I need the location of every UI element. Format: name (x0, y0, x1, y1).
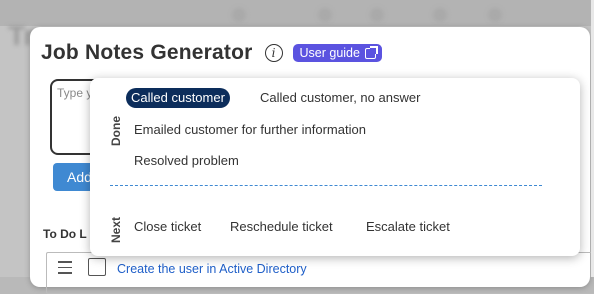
notes-placeholder: Type y (57, 86, 93, 100)
page-title: Job Notes Generator (41, 41, 253, 64)
todo-list-heading: To Do L (43, 227, 87, 241)
group-divider (110, 185, 542, 186)
drag-handle-icon[interactable] (58, 261, 72, 274)
group-label-next: Next (109, 216, 123, 243)
user-guide-label: User guide (299, 46, 360, 60)
todo-item-link[interactable]: Create the user in Active Directory (117, 262, 307, 276)
chip-called-customer-no-answer[interactable]: Called customer, no answer (256, 88, 424, 108)
chip-reschedule-ticket[interactable]: Reschedule ticket (226, 217, 337, 237)
chip-called-customer[interactable]: Called customer (126, 88, 230, 108)
todo-checkbox[interactable] (88, 258, 106, 276)
background-icon (370, 8, 384, 22)
group-label-done: Done (109, 116, 123, 146)
chip-emailed-customer[interactable]: Emailed customer for further information (130, 120, 370, 140)
quick-notes-popup: Done Called customer Called customer, no… (90, 78, 580, 256)
background-icon (318, 8, 332, 22)
chip-resolved-problem[interactable]: Resolved problem (130, 151, 243, 171)
info-icon[interactable]: i (264, 44, 283, 62)
user-guide-button[interactable]: User guide (292, 44, 382, 62)
chip-close-ticket[interactable]: Close ticket (130, 217, 205, 237)
external-link-icon (364, 45, 378, 59)
title-row: Job Notes Generator i User guide (41, 40, 382, 66)
chip-escalate-ticket[interactable]: Escalate ticket (362, 217, 454, 237)
background-icon (433, 8, 447, 22)
background-toolbar (0, 0, 594, 26)
background-icon (232, 8, 246, 22)
todo-item-row: Create the user in Active Directory (46, 252, 594, 294)
background-icon (488, 8, 502, 22)
